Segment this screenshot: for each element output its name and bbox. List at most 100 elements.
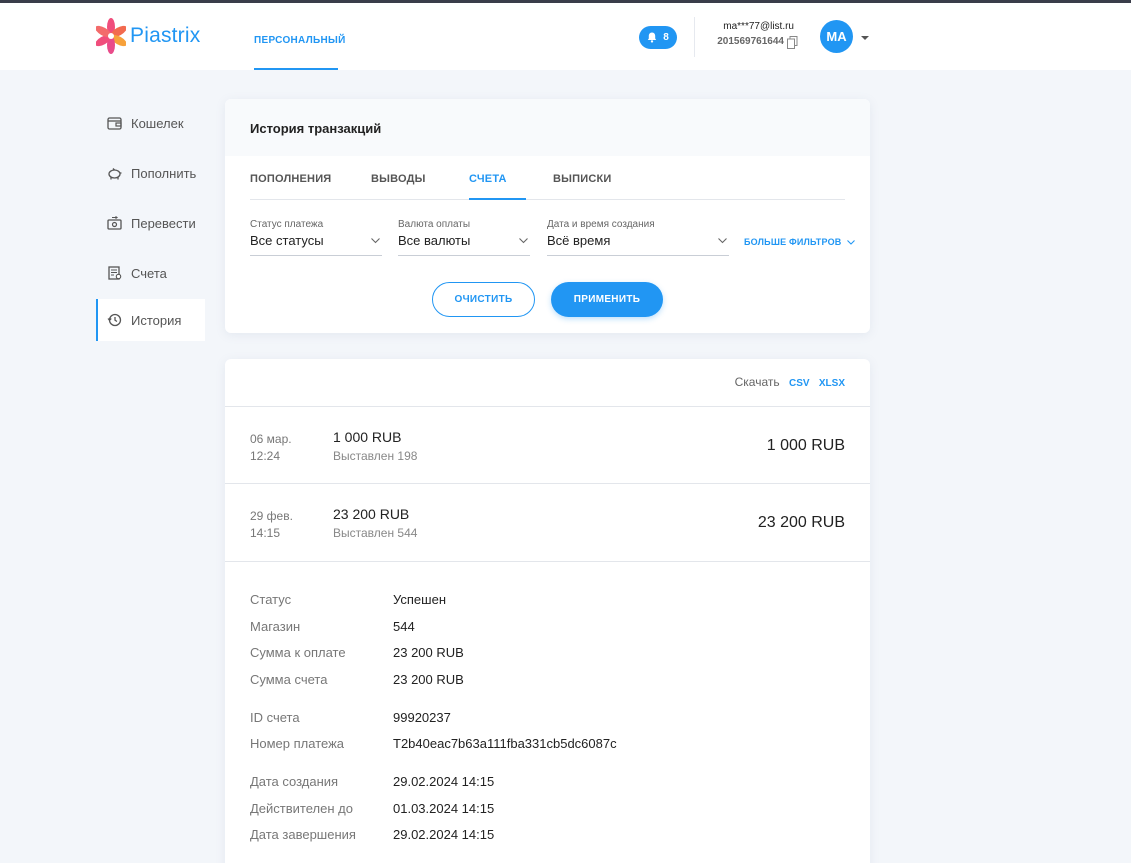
sidebar-item-history[interactable]: История <box>96 299 205 341</box>
tab-topups[interactable]: ПОПОЛНЕНИЯ <box>250 173 331 185</box>
transaction-date: 06 мар. 12:24 <box>250 431 292 465</box>
account-id: 201569761644 <box>717 36 784 47</box>
detail-key: Сумма счета <box>250 671 328 687</box>
sidebar-item-label: Пополнить <box>131 165 197 181</box>
detail-key: Магазин <box>250 618 301 634</box>
detail-row-invoice-amount: Сумма счета 23 200 RUB <box>250 666 845 693</box>
history-filter-card: История транзакций ПОПОЛНЕНИЯ ВЫВОДЫ СЧЕ… <box>225 99 870 333</box>
sidebar-item-label: Кошелек <box>131 115 184 131</box>
chevron-down-icon <box>371 238 380 244</box>
detail-key: Дата завершения <box>250 827 356 843</box>
detail-value: 544 <box>393 618 415 634</box>
detail-key: Действителен до <box>250 800 353 816</box>
detail-row-shop: Магазин 544 <box>250 613 845 640</box>
detail-row-created: Дата создания 29.02.2024 14:15 <box>250 768 845 795</box>
invoice-icon <box>108 266 122 280</box>
status-filter-label: Статус платежа <box>250 219 324 230</box>
piggy-bank-icon <box>108 168 122 180</box>
transaction-total: 1 000 RUB <box>766 437 845 454</box>
account-email: ma***77@list.ru <box>723 21 794 32</box>
sidebar-item-topup[interactable]: Пополнить <box>96 148 205 198</box>
transaction-amount: 23 200 RUB <box>333 506 410 522</box>
notifications-count: 8 <box>663 32 669 43</box>
currency-filter-select[interactable]: Валюта оплаты Все валюты <box>398 219 530 256</box>
date-filter-label: Дата и время создания <box>547 219 655 230</box>
download-label: Скачать <box>734 375 780 389</box>
chevron-down-icon <box>718 238 727 244</box>
copy-icon[interactable] <box>787 36 798 49</box>
detail-key: Сумма к оплате <box>250 645 346 661</box>
transaction-time: 14:15 <box>250 526 281 540</box>
account-menu-chevron-icon[interactable] <box>861 36 869 40</box>
transfer-icon <box>107 216 122 230</box>
transaction-day: 29 фев. <box>250 509 293 523</box>
more-filters-label: БОЛЬШЕ ФИЛЬТРОВ <box>744 237 842 247</box>
detail-value: Успешен <box>393 591 446 607</box>
top-header: Piastrix ПЕРСОНАЛЬНЫЙ 8 ma***77@list.ru … <box>0 3 1131 70</box>
history-icon <box>107 313 122 327</box>
date-filter-select[interactable]: Дата и время создания Всё время <box>547 219 729 256</box>
detail-value: T2b40eac7b63a111fba331cb5dc6087c <box>393 736 617 752</box>
transaction-time: 12:24 <box>250 449 281 463</box>
detail-row-invoice-id: ID счета 99920237 <box>250 704 845 731</box>
status-filter-value: Все статусы <box>250 233 324 248</box>
transaction-row[interactable]: 29 фев. 14:15 23 200 RUB Выставлен 544 2… <box>225 484 870 561</box>
apply-button[interactable]: ПРИМЕНИТЬ <box>551 282 663 317</box>
chevron-down-icon <box>519 238 528 244</box>
tab-statements[interactable]: ВЫПИСКИ <box>553 173 612 185</box>
notifications-button[interactable]: 8 <box>639 26 677 49</box>
tab-invoices[interactable]: СЧЕТА <box>469 173 507 185</box>
detail-key: ID счета <box>250 709 300 725</box>
chevron-down-icon <box>847 240 856 245</box>
detail-row-completed: Дата завершения 29.02.2024 14:15 <box>250 822 845 849</box>
date-filter-value: Всё время <box>547 233 611 248</box>
status-filter-select[interactable]: Статус платежа Все статусы <box>250 219 382 256</box>
detail-row-pay-amount: Сумма к оплате 23 200 RUB <box>250 639 845 666</box>
sidebar: Кошелек Пополнить Перевести Счета Истори… <box>96 98 205 341</box>
sidebar-item-transfer[interactable]: Перевести <box>96 198 205 248</box>
bell-icon <box>648 32 657 43</box>
active-tab-underline <box>469 198 526 200</box>
page-title: История транзакций <box>225 99 870 156</box>
currency-filter-value: Все валюты <box>398 233 471 248</box>
piastrix-logo[interactable]: Piastrix <box>96 15 200 57</box>
wallet-icon <box>107 117 122 130</box>
download-xlsx-link[interactable]: XLSX <box>819 378 845 389</box>
transaction-subtitle: Выставлен 544 <box>333 526 418 540</box>
detail-value: 01.03.2024 14:15 <box>393 800 495 816</box>
detail-value: 29.02.2024 14:15 <box>393 773 495 789</box>
transaction-amount: 1 000 RUB <box>333 429 402 445</box>
transaction-row[interactable]: 06 мар. 12:24 1 000 RUB Выставлен 198 1 … <box>225 407 870 484</box>
more-filters-link[interactable]: БОЛЬШЕ ФИЛЬТРОВ <box>744 237 856 247</box>
sidebar-item-label: Счета <box>131 265 167 281</box>
detail-row-payment-number: Номер платежа T2b40eac7b63a111fba331cb5d… <box>250 730 845 757</box>
avatar[interactable]: MA <box>820 20 853 53</box>
transaction-date: 29 фев. 14:15 <box>250 508 293 542</box>
tab-withdrawals[interactable]: ВЫВОДЫ <box>371 173 426 185</box>
currency-filter-label: Валюта оплаты <box>398 219 471 230</box>
sidebar-item-label: История <box>131 312 182 328</box>
detail-value: 23 200 RUB <box>393 671 464 687</box>
detail-row-valid-until: Действителен до 01.03.2024 14:15 <box>250 795 845 822</box>
detail-row-status: Статус Успешен <box>250 586 845 613</box>
download-csv-link[interactable]: CSV <box>789 378 810 389</box>
transactions-card: Скачать CSV XLSX 06 мар. 12:24 1 000 RUB… <box>225 359 870 863</box>
header-divider <box>694 17 695 57</box>
sidebar-item-wallet[interactable]: Кошелек <box>96 98 205 148</box>
divider <box>225 561 870 562</box>
sidebar-item-label: Перевести <box>131 215 196 231</box>
logo-text: Piastrix <box>130 24 201 47</box>
transaction-total: 23 200 RUB <box>757 514 845 531</box>
sidebar-item-invoices[interactable]: Счета <box>96 248 205 298</box>
transaction-subtitle: Выставлен 198 <box>333 449 418 463</box>
detail-value: 23 200 RUB <box>393 645 464 661</box>
download-bar: Скачать CSV XLSX <box>735 375 845 389</box>
clear-button[interactable]: ОЧИСТИТЬ <box>432 282 535 317</box>
detail-key: Статус <box>250 591 292 607</box>
detail-key: Номер платежа <box>250 736 345 752</box>
nav-tab-personal[interactable]: ПЕРСОНАЛЬНЫЙ <box>254 3 346 70</box>
transaction-day: 06 мар. <box>250 432 292 446</box>
history-tabs: ПОПОЛНЕНИЯ ВЫВОДЫ СЧЕТА ВЫПИСКИ <box>250 156 845 200</box>
detail-value: 29.02.2024 14:15 <box>393 827 495 843</box>
transaction-details: Статус Успешен Магазин 544 Сумма к оплат… <box>250 586 845 848</box>
